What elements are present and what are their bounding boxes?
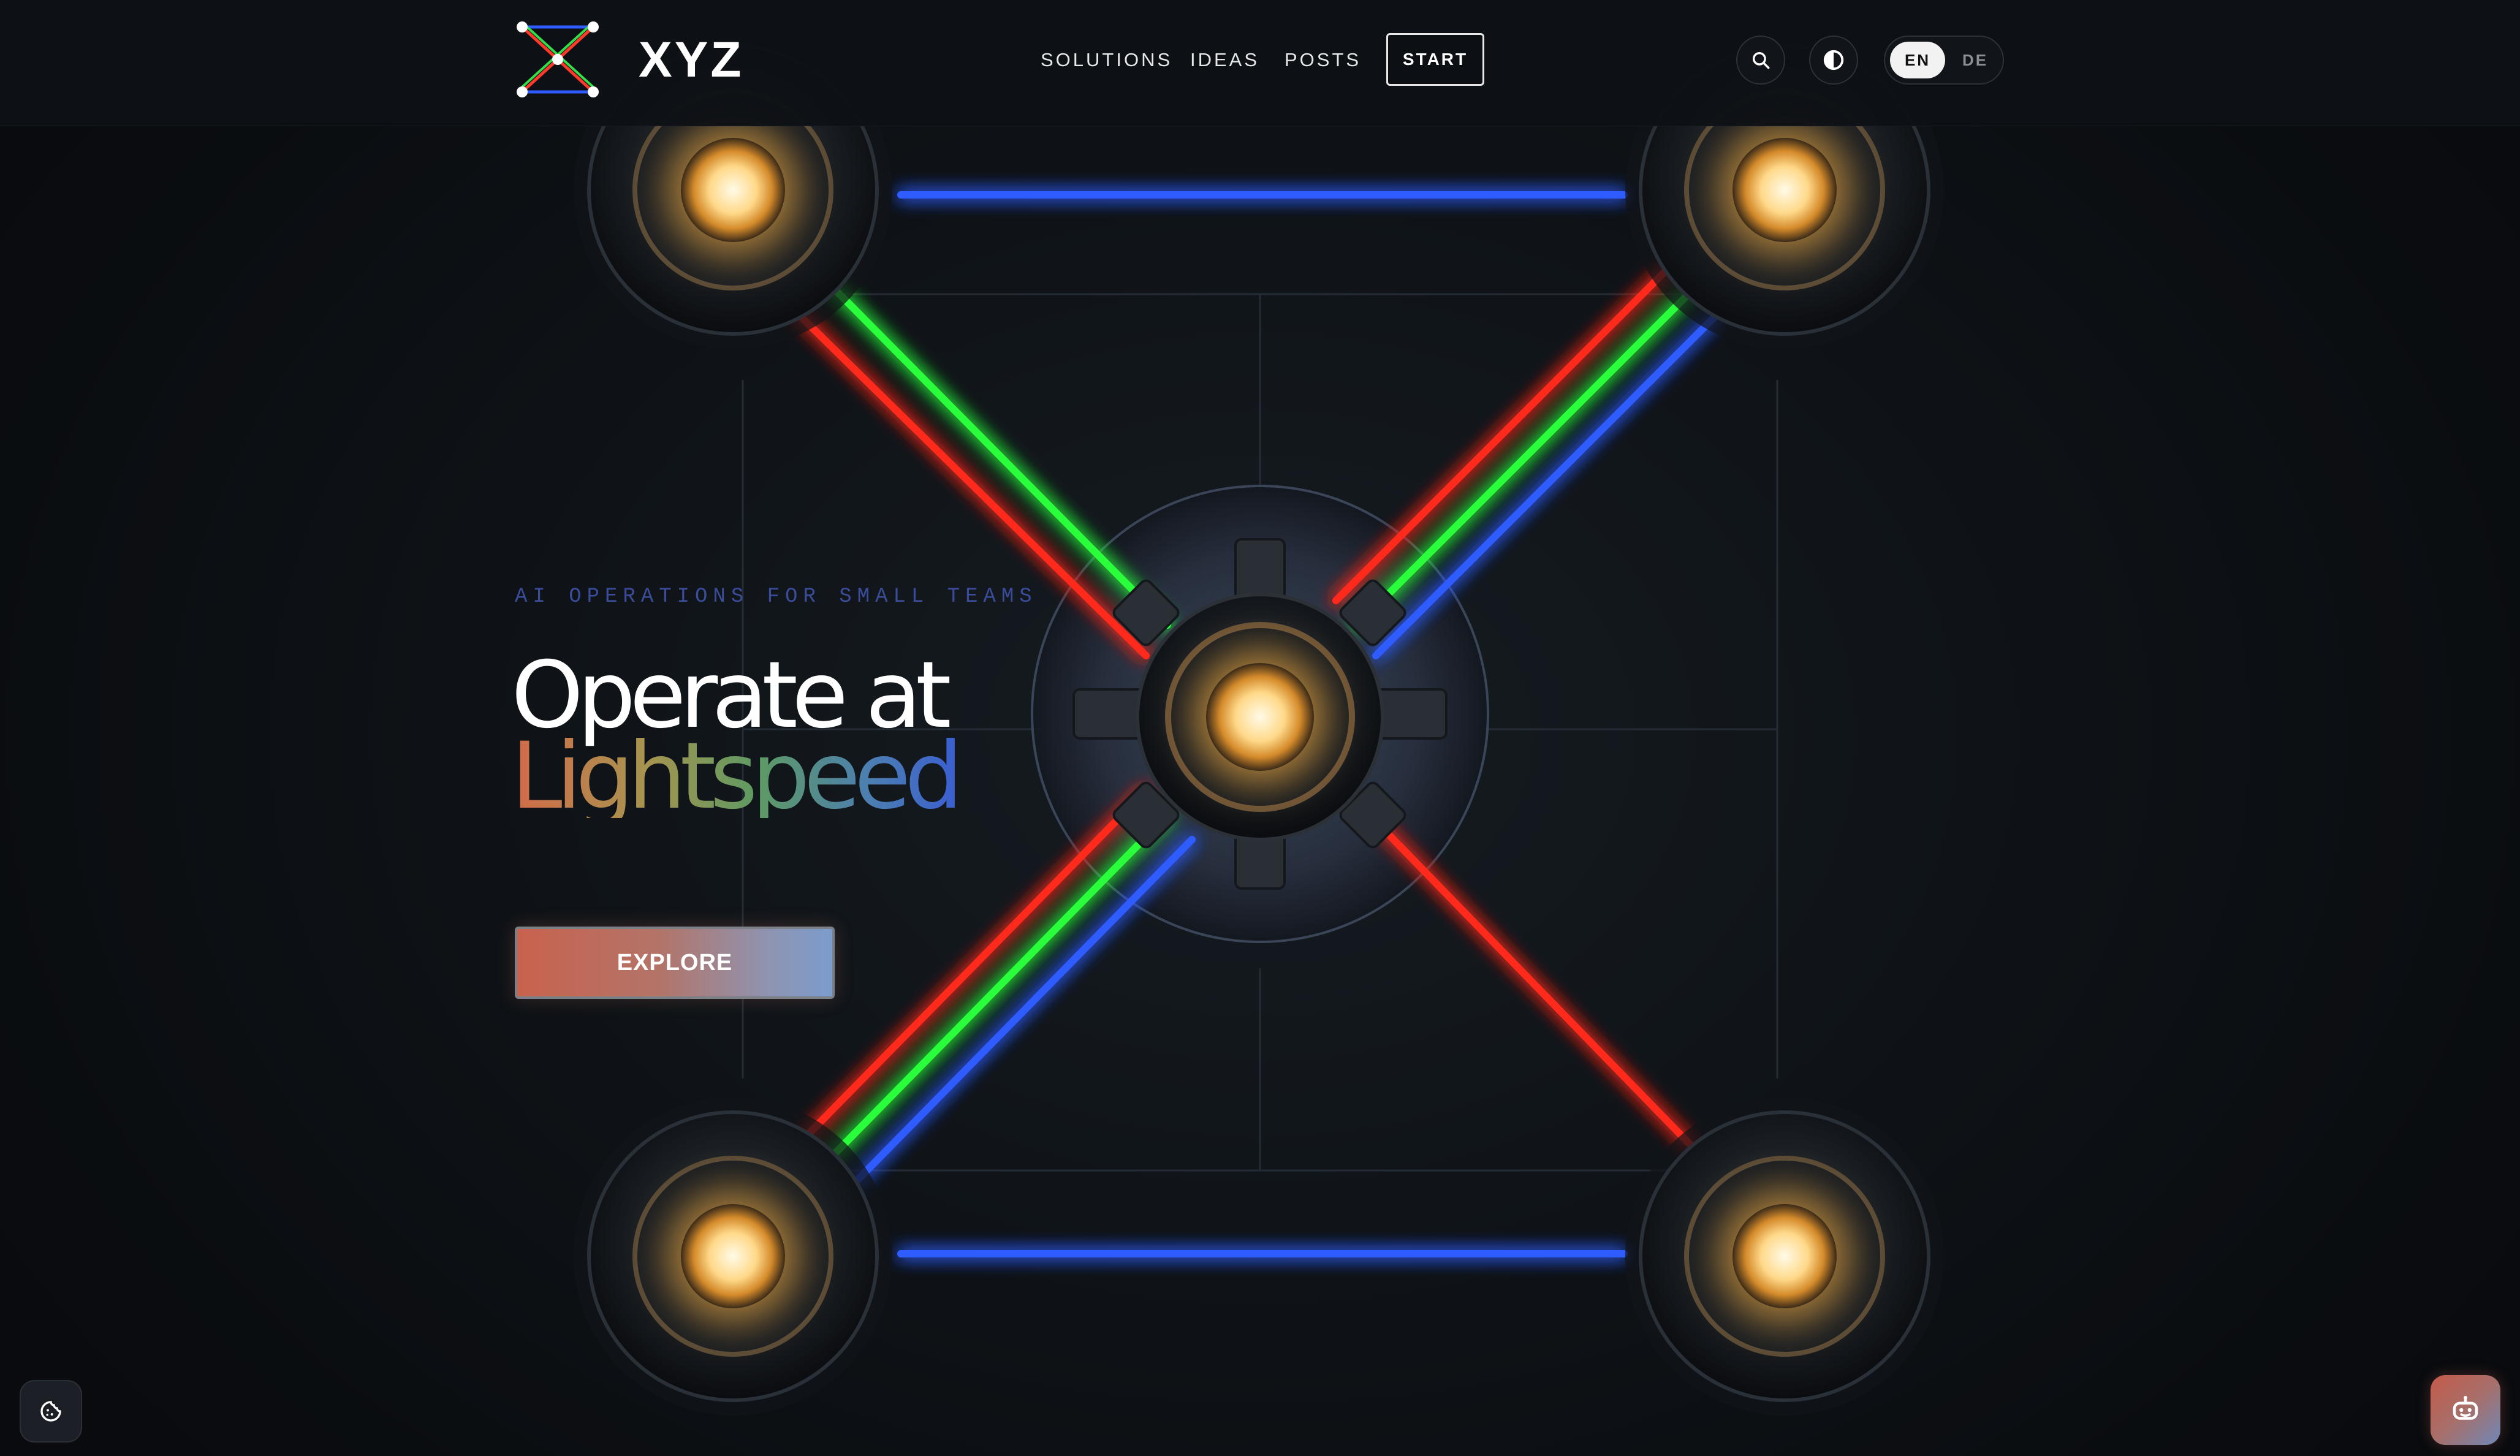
beam-tr-red bbox=[1332, 266, 1671, 604]
beam-bl-red bbox=[799, 787, 1150, 1143]
hero-eyebrow: AI OPERATIONS FOR SMALL TEAMS bbox=[515, 585, 1038, 609]
beam-tr-green bbox=[1354, 287, 1695, 629]
search-button[interactable] bbox=[1736, 36, 1785, 85]
beam-tl-green bbox=[827, 281, 1171, 629]
beam-bl-blue bbox=[848, 836, 1196, 1189]
explore-button[interactable]: EXPLORE bbox=[515, 927, 835, 999]
xyz-logo-icon[interactable] bbox=[515, 20, 601, 99]
beam-bl-green bbox=[824, 811, 1171, 1165]
language-toggle[interactable]: EN DE bbox=[1884, 36, 2004, 85]
emitter-bottom-right bbox=[1625, 1097, 1944, 1416]
language-option-de[interactable]: DE bbox=[1951, 42, 1999, 78]
nav-link-solutions[interactable]: SOLUTIONS bbox=[1041, 38, 1172, 82]
cookie-icon bbox=[40, 1401, 61, 1422]
headline-line-2: Lightspeed bbox=[511, 723, 963, 830]
emitter-bottom-left bbox=[574, 1097, 892, 1416]
chatbot-icon bbox=[2453, 1395, 2478, 1420]
site-header: XYZ SOLUTIONS IDEAS POSTS START EN DE bbox=[0, 0, 2520, 126]
chatbot-button[interactable] bbox=[2431, 1375, 2500, 1445]
beam-tr-blue bbox=[1372, 312, 1720, 659]
laser-scene-illustration bbox=[574, 31, 1944, 1416]
beam-br-red bbox=[1366, 811, 1695, 1150]
brand-name[interactable]: XYZ bbox=[639, 29, 743, 91]
hero-headline: Operate at Lightspeed bbox=[511, 650, 963, 830]
search-icon bbox=[1752, 51, 1770, 69]
language-option-en[interactable]: EN bbox=[1890, 42, 1945, 78]
nav-link-ideas[interactable]: IDEAS bbox=[1190, 38, 1259, 82]
contrast-icon bbox=[1823, 50, 1844, 70]
start-button[interactable]: START bbox=[1386, 33, 1484, 86]
theme-toggle-button[interactable] bbox=[1809, 36, 1858, 85]
cookie-settings-button[interactable] bbox=[20, 1380, 82, 1443]
nav-link-posts[interactable]: POSTS bbox=[1285, 38, 1361, 82]
